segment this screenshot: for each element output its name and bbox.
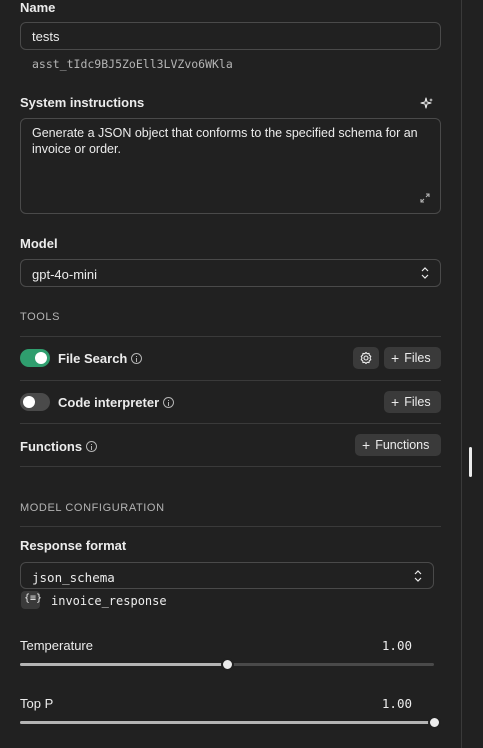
name-input[interactable]	[21, 23, 440, 49]
divider	[20, 423, 441, 424]
schema-name: invoice_response	[51, 594, 167, 608]
file-search-label: File Search	[58, 351, 143, 366]
tools-section-title: TOOLS	[20, 311, 61, 323]
file-search-files-button[interactable]: + Files	[384, 347, 441, 369]
slider-fill	[20, 721, 434, 724]
top-p-value[interactable]: 1.00	[382, 696, 412, 711]
temperature-value[interactable]: 1.00	[382, 638, 412, 653]
files-button-label: Files	[404, 351, 431, 365]
instructions-textarea[interactable]: Generate a JSON object that conforms to …	[20, 118, 441, 214]
file-search-settings-button[interactable]	[353, 347, 379, 369]
assistant-id: asst_tIdc9BJ5ZoEll3LVZvo6WKla	[32, 57, 233, 71]
functions-text: Functions	[20, 439, 83, 454]
slider-thumb[interactable]	[221, 658, 234, 671]
code-interpreter-label: Code interpreter	[58, 395, 175, 410]
panel-divider	[461, 0, 462, 748]
toggle-knob	[35, 352, 47, 364]
add-function-button[interactable]: + Functions	[355, 434, 441, 456]
file-search-text: File Search	[58, 351, 128, 366]
code-interpreter-text: Code interpreter	[58, 395, 160, 410]
functions-label: Functions	[20, 439, 98, 454]
model-label: Model	[20, 236, 58, 251]
braces-icon: {≡}	[24, 593, 43, 604]
plus-icon: +	[391, 394, 400, 410]
divider	[20, 526, 441, 527]
code-interpreter-toggle[interactable]	[20, 393, 50, 411]
response-format-selected: json_schema	[32, 570, 115, 585]
sparkle-icon[interactable]	[420, 97, 434, 111]
divider	[20, 380, 441, 381]
scrollbar-thumb[interactable]	[469, 447, 472, 477]
gear-icon	[360, 351, 372, 365]
response-format-label: Response format	[20, 538, 127, 553]
response-format-select[interactable]: json_schema	[20, 562, 434, 589]
chevron-updown-icon	[414, 570, 422, 582]
schema-badge[interactable]: {≡}	[21, 591, 43, 609]
top-p-label: Top P	[20, 696, 54, 711]
temperature-label: Temperature	[20, 638, 93, 653]
top-p-slider[interactable]	[20, 716, 441, 729]
info-icon[interactable]	[86, 441, 98, 452]
chevron-updown-icon	[421, 267, 429, 279]
code-interpreter-files-button[interactable]: + Files	[384, 391, 441, 413]
expand-icon[interactable]	[420, 193, 430, 203]
slider-thumb[interactable]	[428, 716, 441, 729]
divider	[20, 466, 441, 467]
plus-icon: +	[391, 350, 400, 366]
slider-fill	[20, 663, 227, 666]
model-selected: gpt-4o-mini	[32, 267, 98, 282]
plus-icon: +	[362, 437, 371, 453]
instructions-text: Generate a JSON object that conforms to …	[32, 126, 418, 156]
info-icon[interactable]	[131, 353, 143, 364]
file-search-toggle[interactable]	[20, 349, 50, 367]
divider	[20, 336, 441, 337]
toggle-knob	[23, 396, 35, 408]
info-icon[interactable]	[163, 397, 175, 408]
name-field[interactable]	[20, 22, 441, 50]
temperature-slider[interactable]	[20, 658, 434, 671]
instructions-label: System instructions	[20, 95, 145, 110]
functions-button-label: Functions	[375, 438, 430, 452]
model-select[interactable]: gpt-4o-mini	[20, 259, 441, 287]
model-config-section-title: MODEL CONFIGURATION	[20, 502, 165, 514]
files-button-label: Files	[404, 395, 431, 409]
assistant-settings-panel: Name asst_tIdc9BJ5ZoEll3LVZvo6WKla Syste…	[0, 0, 461, 748]
name-label: Name	[20, 0, 56, 15]
